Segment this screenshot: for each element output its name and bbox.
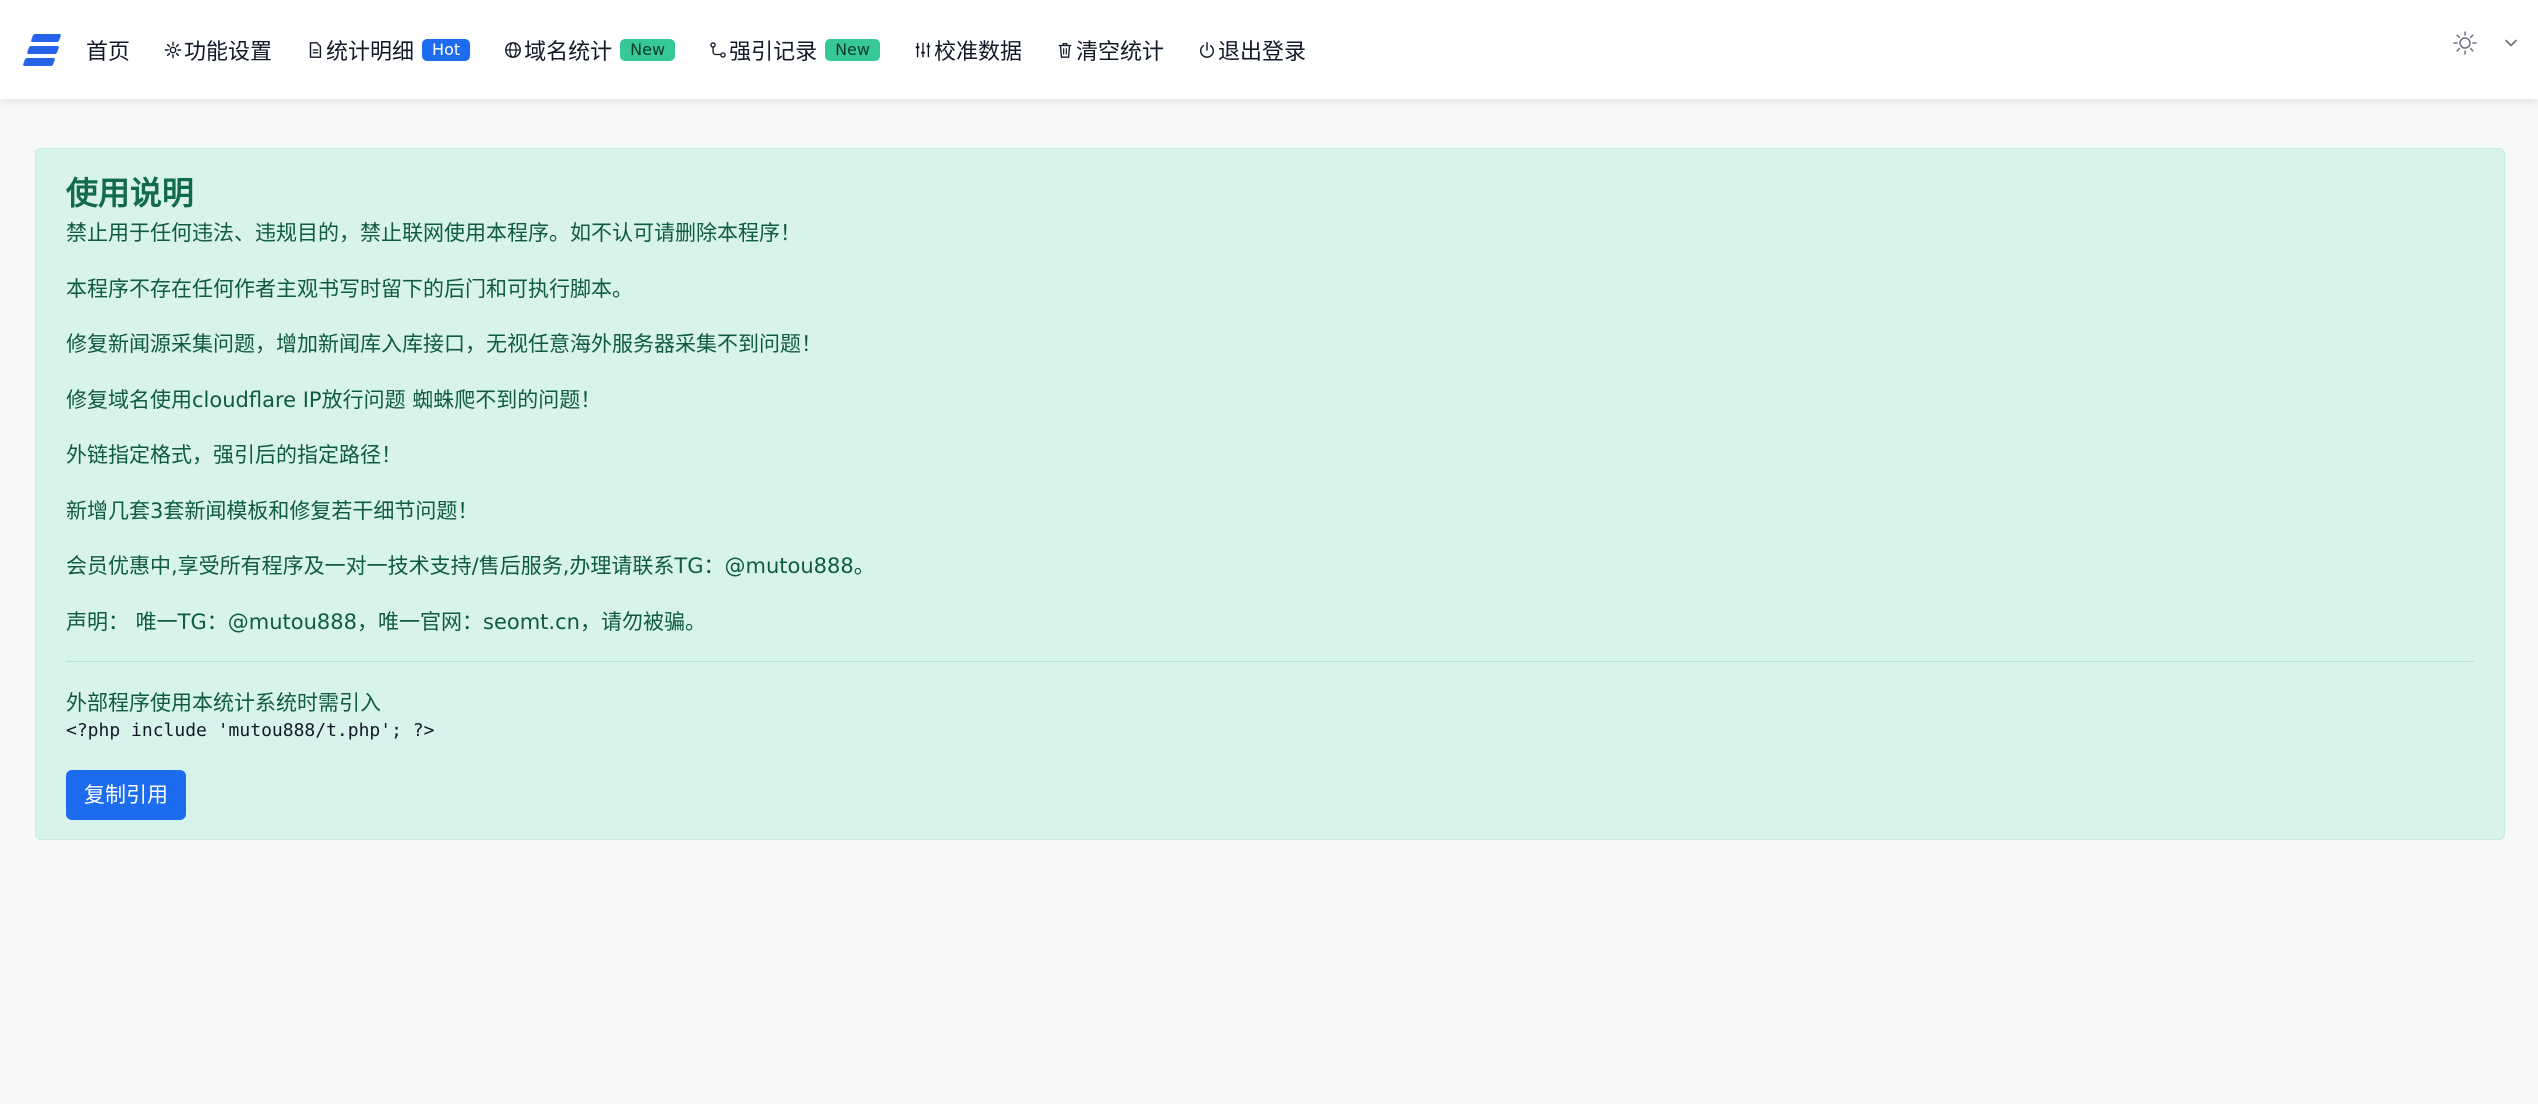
notice-line: 外链指定格式，强引后的指定路径！ [66, 443, 402, 467]
notice-line: 本程序不存在任何作者主观书写时留下的后门和可执行脚本。 [66, 276, 633, 301]
nav-home[interactable]: 首页 [86, 34, 130, 66]
notice-line: 新增几套3套新闻模板和修复若干细节问题！ [66, 498, 479, 523]
new-badge: New [825, 38, 880, 61]
nav-feature-settings-label: 功能设置 [184, 39, 273, 65]
notice-line: 修复新闻源采集问题，增加新闻库入库接口，无视任意海外服务器采集不到问题！ [66, 332, 822, 356]
nav-logout-label: 退出登录 [1218, 39, 1307, 65]
link-icon [710, 41, 726, 58]
gear-icon [164, 41, 182, 58]
logo-icon[interactable] [22, 30, 62, 70]
usage-notice-card: 使用说明 禁止用于任何违法、违规目的，禁止联网使用本程序。如不认可请删除本程序！… [35, 148, 2505, 840]
trash-icon [1058, 42, 1072, 58]
nav-forced-link-records-label: 强引记录 [729, 39, 818, 65]
new-badge: New [620, 38, 676, 61]
nav-forced-link-records[interactable]: 强引记录 New [709, 34, 880, 66]
notice-line: 会员优惠中,享受所有程序及一对一技术支持/售后服务,办理请联系TG：@mutou… [66, 554, 875, 578]
nav-right-controls [2452, 30, 2518, 56]
copy-reference-button[interactable]: 复制引用 [66, 770, 186, 820]
notice-line: 声明： 唯一TG：@mutou888，唯一官网：seomt.cn，请勿被骗。 [66, 609, 706, 634]
nav-feature-settings[interactable]: 功能设置 [164, 34, 272, 66]
nav-calibrate-data[interactable]: 校准数据 [914, 34, 1022, 66]
divider [66, 661, 2474, 662]
nav-home-label: 首页 [86, 39, 131, 65]
notice-line: 修复域名使用cloudflare IP放行问题 蜘蛛爬不到的问题！ [66, 387, 602, 412]
power-icon [1200, 41, 1215, 58]
notice-title: 使用说明 [66, 174, 195, 212]
nav-stat-details[interactable]: 统计明细 Hot [306, 34, 471, 66]
sun-icon[interactable] [2452, 30, 2478, 56]
nav-stat-details-label: 统计明细 [326, 39, 415, 65]
nav-domain-stats-label: 域名统计 [524, 39, 613, 65]
hot-badge: Hot [422, 38, 471, 61]
include-code-snippet: <?php include 'mutou888/t.php'; ?> [66, 720, 435, 741]
notice-line: 禁止用于任何违法、违规目的，禁止联网使用本程序。如不认可请删除本程序！ [66, 221, 801, 245]
external-usage-label: 外部程序使用本统计系统时需引入 [66, 691, 381, 715]
globe-icon [505, 41, 522, 58]
nav-calibrate-data-label: 校准数据 [933, 39, 1022, 65]
nav-clear-stats-label: 清空统计 [1076, 39, 1165, 65]
nav-domain-stats[interactable]: 域名统计 New [504, 34, 676, 66]
sliders-icon [915, 42, 931, 57]
nav-clear-stats[interactable]: 清空统计 [1056, 34, 1164, 66]
top-navbar: 首页 功能设置 统计明细 Hot 域名统计 New 强引记录 New 校准数据 … [0, 0, 2538, 99]
document-icon [309, 41, 322, 58]
nav-logout[interactable]: 退出登录 [1198, 34, 1306, 66]
chevron-down-icon[interactable] [2504, 36, 2518, 50]
